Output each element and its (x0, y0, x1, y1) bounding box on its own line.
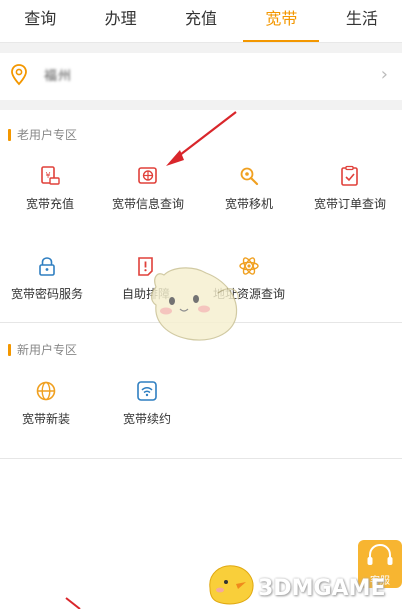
mascot-watermark-icon (150, 267, 239, 341)
headset-icon (367, 543, 393, 565)
watermark-text: 3DMGAME (258, 576, 386, 601)
watermark-chick-icon (209, 565, 254, 605)
